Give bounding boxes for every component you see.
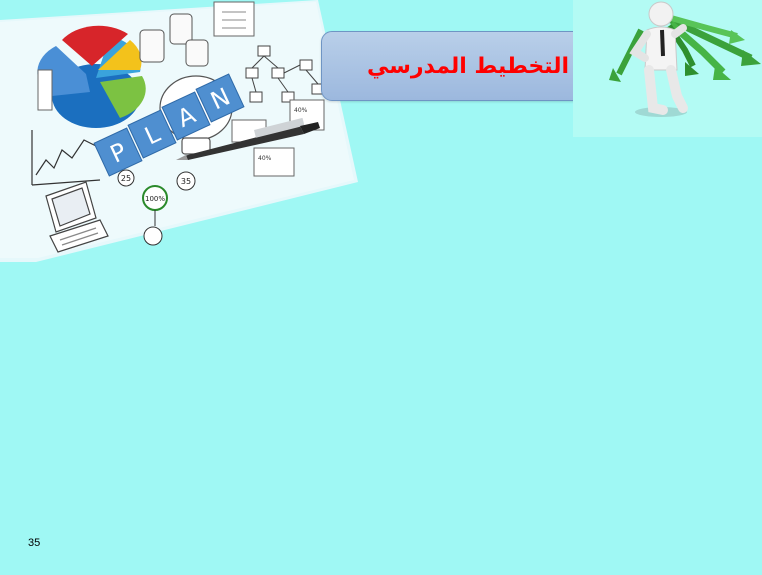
badge-25: 25 (121, 174, 131, 183)
plan-collage-image: 40% 40% P L A N 25 35 100% (0, 0, 358, 262)
mini-chart-label: 40% (258, 155, 272, 162)
clipboard-icon (37, 69, 53, 111)
notepad-icon (213, 1, 255, 37)
slide-title: التخطيط المدرسي (366, 53, 570, 79)
page-number: 35 (28, 537, 41, 549)
title-box: التخطيط المدرسي (321, 31, 615, 101)
badge-35: 35 (181, 177, 191, 186)
badge-100: 100% (145, 195, 165, 203)
mini-chart-label: 40% (294, 107, 308, 114)
person-figure-image (573, 0, 762, 137)
